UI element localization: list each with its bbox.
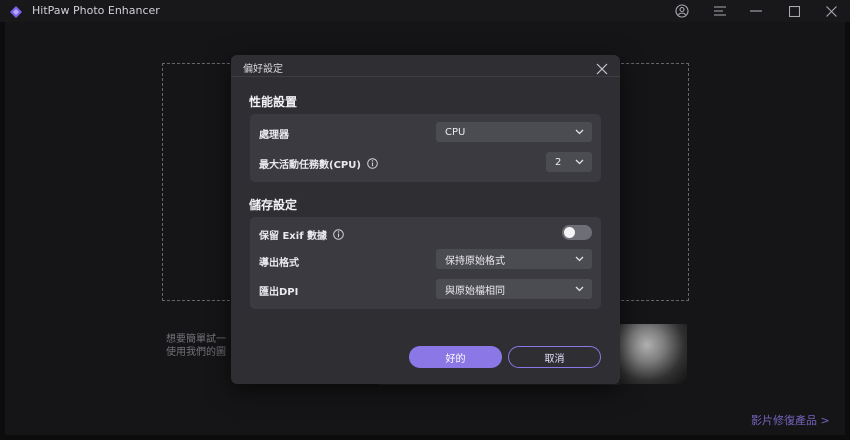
preferences-dialog: 偏好設定 性能設置 處理器 CPU 最大活動任務數(CPU) 2 儲存設定 保留… [231,55,620,384]
dialog-close-icon[interactable] [596,60,608,75]
storage-card: 保留 Exif 數據 導出格式 保持原始格式 匯出DPI 與原始檔相同 [250,217,601,309]
export-format-select[interactable]: 保持原始格式 [436,249,592,269]
export-dpi-select[interactable]: 與原始檔相同 [436,279,592,299]
performance-card: 處理器 CPU 最大活動任務數(CPU) 2 [250,114,601,182]
minimize-icon[interactable] [738,0,774,22]
menu-icon[interactable] [702,0,738,22]
export-dpi-label: 匯出DPI [259,287,299,298]
close-icon[interactable] [813,0,849,22]
storage-heading: 儲存設定 [249,198,298,212]
max-tasks-label: 最大活動任務數(CPU) [259,156,378,171]
app-title: HitPaw Photo Enhancer [32,4,160,17]
chevron-down-icon [575,256,584,262]
maximize-icon[interactable] [776,0,812,22]
export-dpi-select-value: 與原始檔相同 [445,285,505,297]
account-icon[interactable] [664,0,700,22]
chevron-down-icon [575,286,584,292]
max-tasks-select-value: 2 [555,156,562,168]
export-format-select-value: 保持原始格式 [445,255,505,267]
processor-select-value: CPU [445,126,466,138]
max-tasks-select[interactable]: 2 [546,152,592,172]
info-icon[interactable] [367,158,378,169]
chevron-down-icon [575,129,584,135]
dialog-divider [231,76,620,77]
dialog-title: 偏好設定 [243,64,283,75]
export-format-label: 導出格式 [259,258,299,269]
info-icon[interactable] [333,229,344,240]
cancel-button[interactable]: 取消 [508,346,601,368]
exif-toggle[interactable] [562,225,592,240]
processor-select[interactable]: CPU [436,122,592,142]
title-bar: HitPaw Photo Enhancer [0,0,850,22]
toggle-knob [564,227,575,238]
ok-button[interactable]: 好的 [409,346,502,368]
exif-label: 保留 Exif 數據 [259,227,344,242]
performance-heading: 性能設置 [249,95,298,109]
app-logo-icon [9,4,23,18]
chevron-down-icon [575,159,584,165]
processor-label: 處理器 [259,130,289,141]
